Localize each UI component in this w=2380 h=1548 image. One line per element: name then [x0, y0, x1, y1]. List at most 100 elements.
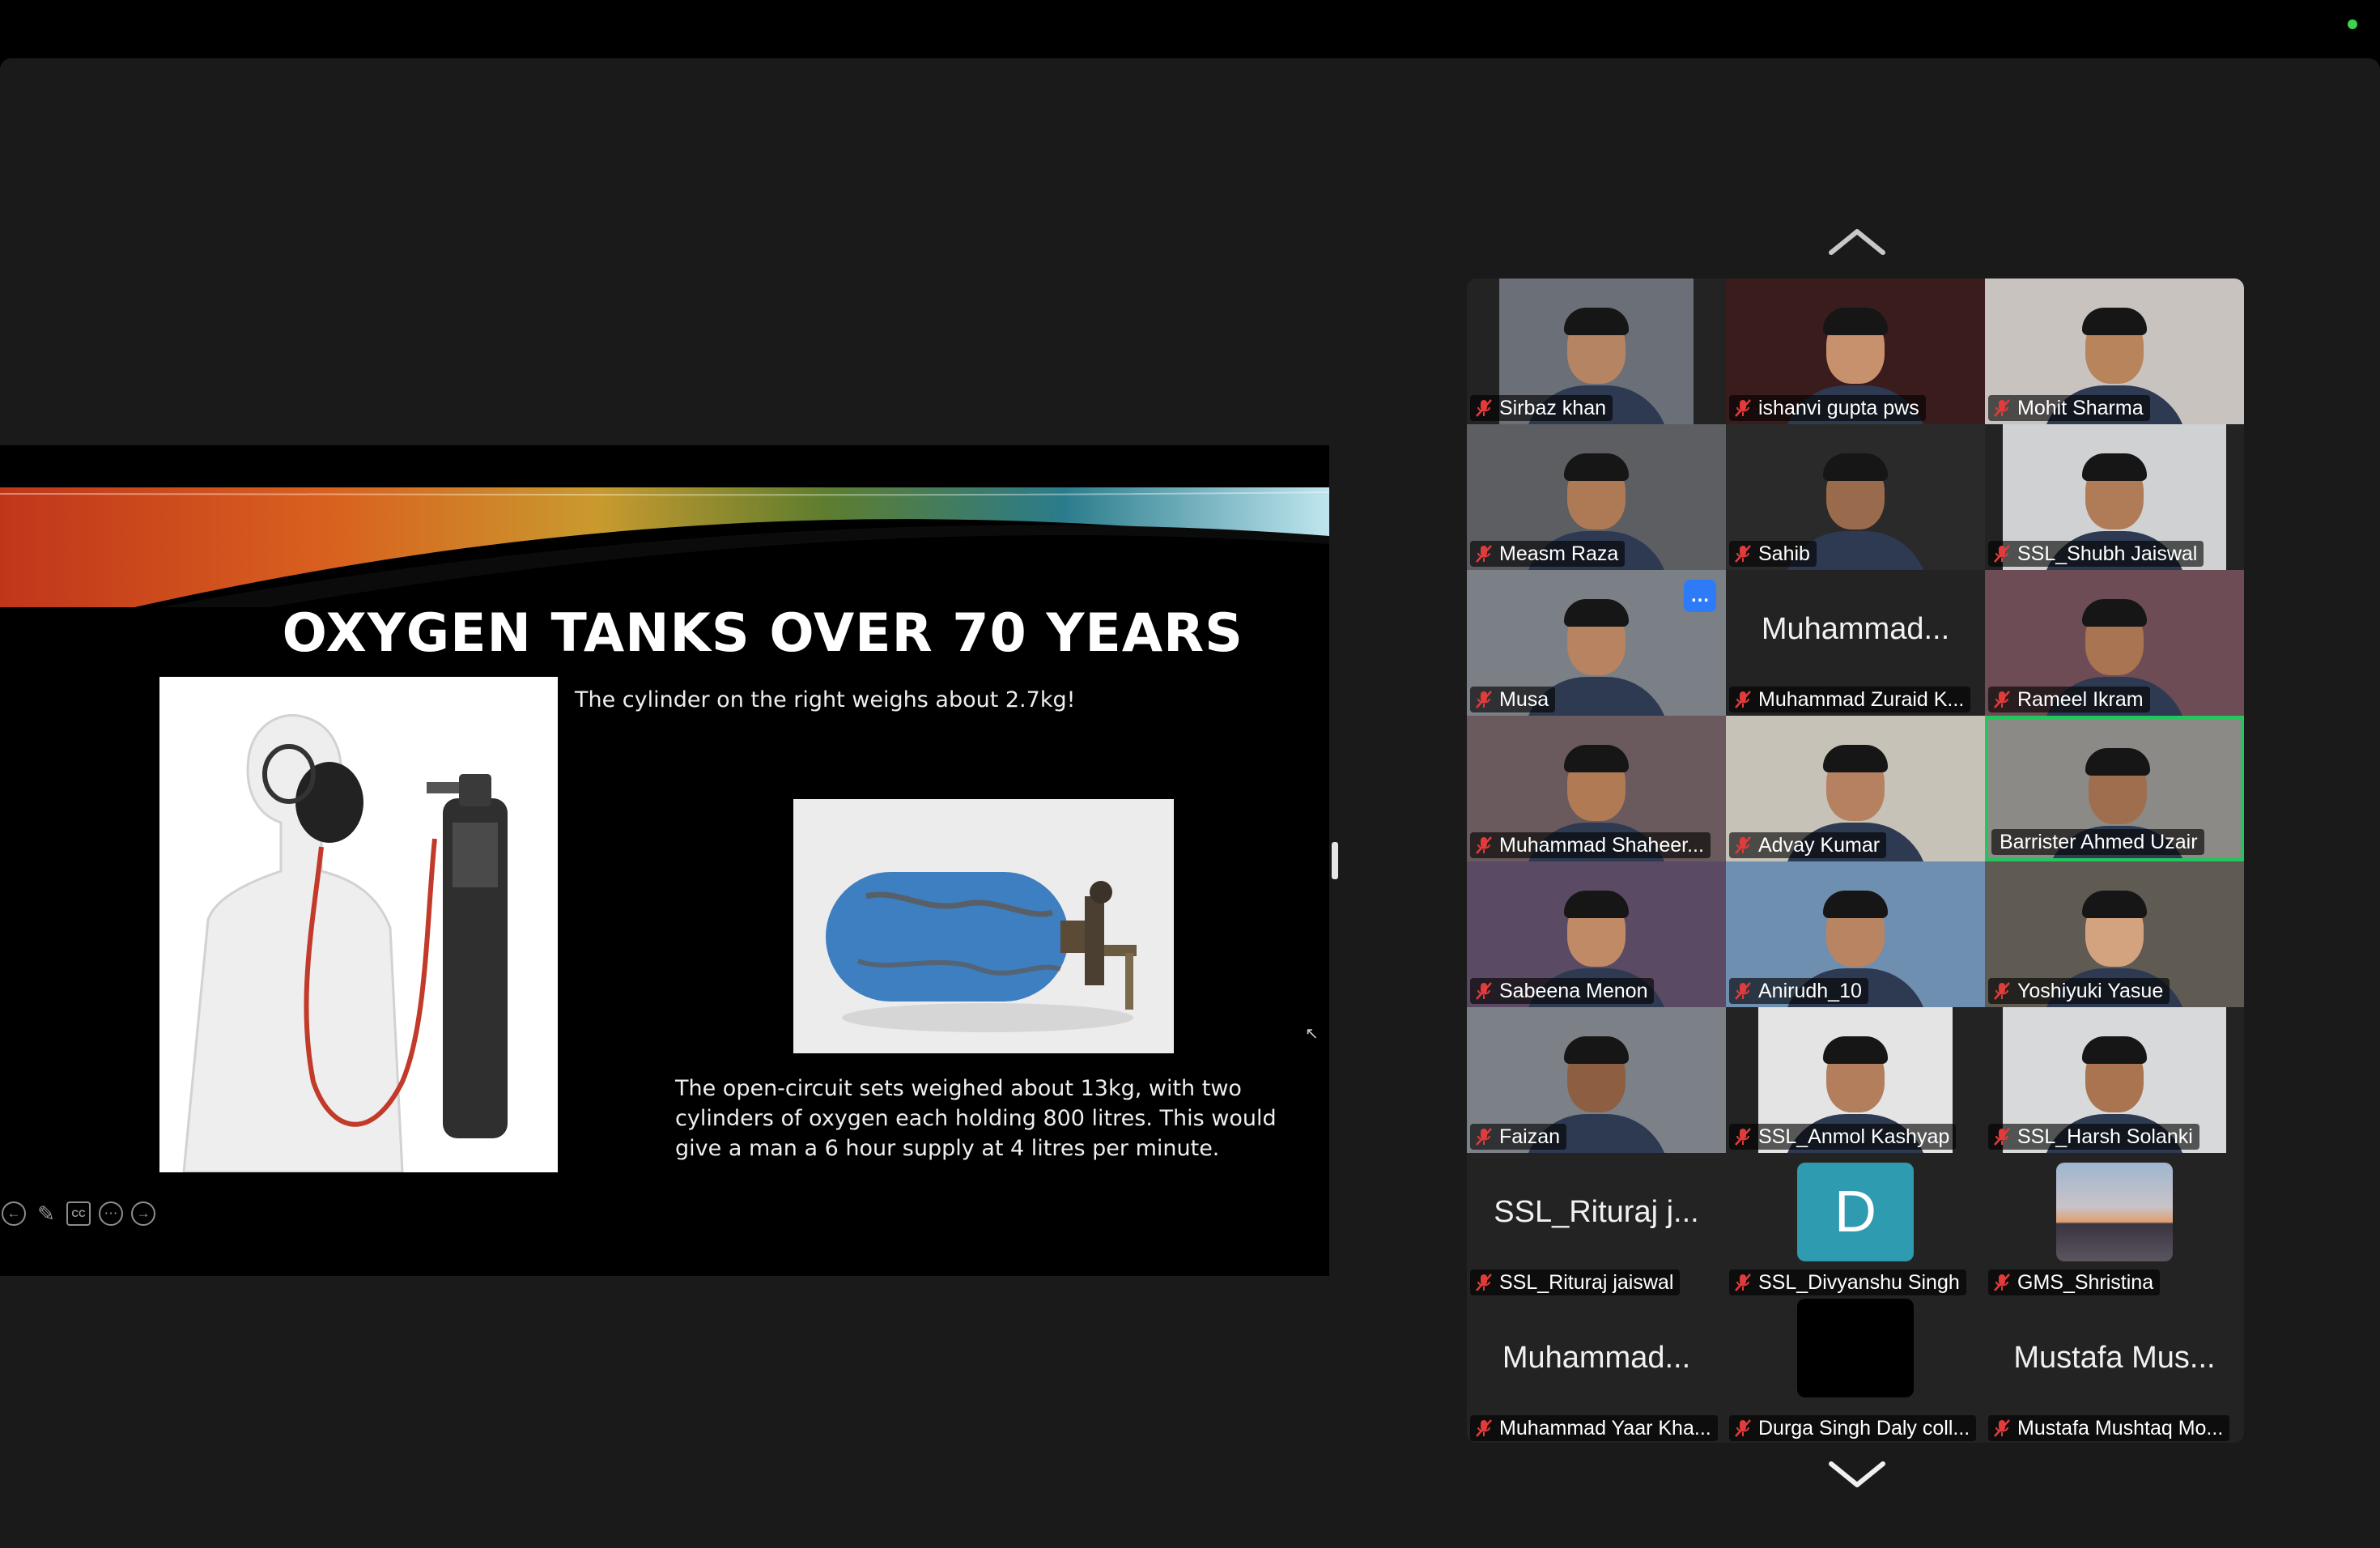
arrow-right-circle-icon[interactable]: →	[131, 1201, 155, 1226]
participant-name-bar: ishanvi gupta pws	[1729, 395, 1926, 421]
participant-tile[interactable]: Yoshiyuki Yasue	[1985, 861, 2244, 1007]
mic-muted-icon	[1994, 691, 2010, 708]
participant-name: Muhammad Yaar Kha...	[1499, 1416, 1711, 1440]
mic-muted-icon	[1735, 399, 1751, 417]
person-hair-shape	[2082, 308, 2147, 335]
mic-muted-icon	[1476, 691, 1492, 708]
participant-name: Sahib	[1758, 542, 1810, 565]
participant-tile[interactable]: Muhammad... Muhammad Zuraid K...	[1726, 570, 1985, 716]
participant-tile[interactable]: SSL_Harsh Solanki	[1985, 1007, 2244, 1153]
participant-tile[interactable]: Measm Raza	[1467, 424, 1726, 570]
participant-display-name: Mustafa Mus...	[2013, 1341, 2216, 1375]
mic-muted-icon	[1994, 1274, 2010, 1291]
participant-tile[interactable]: Faizan	[1467, 1007, 1726, 1153]
chevron-down-icon[interactable]	[1828, 1459, 1886, 1491]
participant-tile[interactable]: Rameel Ikram	[1985, 570, 2244, 716]
person-hair-shape	[2082, 599, 2147, 627]
participant-name: SSL_Anmol Kashyap	[1758, 1125, 1950, 1148]
participant-name-bar: Rameel Ikram	[1988, 687, 2150, 712]
participant-name-bar: Advay Kumar	[1729, 832, 1887, 858]
person-hair-shape	[1564, 453, 1629, 481]
mic-muted-icon	[1476, 399, 1492, 417]
participant-tile[interactable]: Mustafa Mus... Mustafa Mushtaq Mo...	[1985, 1299, 2244, 1443]
mic-muted-icon	[1994, 1419, 2010, 1437]
mic-muted-icon	[1735, 1274, 1751, 1291]
person-hair-shape	[1823, 891, 1888, 918]
participant-tile[interactable]: Barrister Ahmed Uzair	[1985, 716, 2244, 861]
person-hair-shape	[2082, 453, 2147, 481]
slide-controls: ← ✎ CC ⋯ →	[2, 1201, 155, 1226]
participant-name-bar: Faizan	[1470, 1124, 1567, 1150]
participant-name-bar: Musa	[1470, 687, 1556, 712]
mic-muted-icon	[1994, 545, 2010, 563]
participant-name: Anirudh_10	[1758, 979, 1862, 1002]
top-bar	[0, 0, 2380, 58]
participant-tile[interactable]: Muhammad Shaheer...	[1467, 716, 1726, 861]
person-hair-shape	[1564, 745, 1629, 772]
participant-avatar-photo	[2056, 1163, 2173, 1261]
participant-avatar: D	[1797, 1163, 1914, 1261]
participant-name: Mohit Sharma	[2017, 396, 2144, 419]
participant-name: Measm Raza	[1499, 542, 1619, 565]
person-hair-shape	[1823, 745, 1888, 772]
participant-name: Yoshiyuki Yasue	[2017, 979, 2164, 1002]
participant-tile[interactable]: Sirbaz khan	[1467, 279, 1726, 424]
participant-gallery: Sirbaz khan ishanvi gupta pws Mohit Sharma…	[1467, 279, 2244, 1443]
ellipsis-circle-icon[interactable]: ⋯	[99, 1201, 123, 1226]
participant-tile[interactable]: SSL_Shubh Jaiswal	[1985, 424, 2244, 570]
pen-icon[interactable]: ✎	[34, 1201, 58, 1226]
participant-tile[interactable]: Anirudh_10	[1726, 861, 1985, 1007]
participant-name: GMS_Shristina	[2017, 1270, 2154, 1294]
participant-name-bar: Durga Singh Daly coll...	[1729, 1415, 1977, 1441]
participant-name-bar: Mustafa Mushtaq Mo...	[1988, 1415, 2230, 1441]
participant-name-bar: SSL_Shubh Jaiswal	[1988, 541, 2204, 567]
participant-name: SSL_Divyanshu Singh	[1758, 1270, 1960, 1294]
participant-tile[interactable]: GMS_Shristina	[1985, 1153, 2244, 1299]
participant-tile[interactable]: SSL_Rituraj j... SSL_Rituraj jaiswal	[1467, 1153, 1726, 1299]
participant-tile[interactable]: … Musa	[1467, 570, 1726, 716]
mic-muted-icon	[1476, 1419, 1492, 1437]
blue-cylinder-image	[793, 799, 1174, 1053]
status-dot-icon	[2348, 19, 2357, 29]
participant-name: Barrister Ahmed Uzair	[2000, 830, 2198, 853]
participant-name: Advay Kumar	[1758, 833, 1881, 857]
participant-name-bar: Muhammad Shaheer...	[1470, 832, 1711, 858]
participant-tile[interactable]: Mohit Sharma	[1985, 279, 2244, 424]
participant-name-bar: SSL_Rituraj jaiswal	[1470, 1269, 1681, 1295]
mic-muted-icon	[1476, 1274, 1492, 1291]
cc-icon[interactable]: CC	[66, 1201, 91, 1226]
participant-name: SSL_Shubh Jaiswal	[2017, 542, 2198, 565]
participant-name: Muhammad Zuraid K...	[1758, 687, 1965, 711]
tile-more-options-button[interactable]: …	[1684, 580, 1716, 612]
participant-tile[interactable]: ishanvi gupta pws	[1726, 279, 1985, 424]
person-hair-shape	[1564, 599, 1629, 627]
participant-name: Faizan	[1499, 1125, 1561, 1148]
participant-tile[interactable]: SSL_Anmol Kashyap	[1726, 1007, 1985, 1153]
person-hair-shape	[1823, 1036, 1888, 1064]
chevron-up-icon[interactable]	[1828, 225, 1886, 257]
participant-tile[interactable]: Sabeena Menon	[1467, 861, 1726, 1007]
participant-name-bar: SSL_Anmol Kashyap	[1729, 1124, 1957, 1150]
participant-name-bar: Sabeena Menon	[1470, 978, 1655, 1004]
participant-tile[interactable]: Advay Kumar	[1726, 716, 1985, 861]
mic-muted-icon	[1994, 982, 2010, 1000]
panel-splitter-handle[interactable]	[1332, 842, 1338, 879]
mic-muted-icon	[1735, 691, 1751, 708]
participant-tile[interactable]: Durga Singh Daly coll...	[1726, 1299, 1985, 1443]
arrow-left-circle-icon[interactable]: ←	[2, 1201, 26, 1226]
person-hair-shape	[1564, 891, 1629, 918]
participant-name-bar: Muhammad Yaar Kha...	[1470, 1415, 1718, 1441]
participant-tile[interactable]: D SSL_Divyanshu Singh	[1726, 1153, 1985, 1299]
participant-name: SSL_Harsh Solanki	[2017, 1125, 2193, 1148]
participant-name: Sirbaz khan	[1499, 396, 1607, 419]
participant-tile[interactable]: Muhammad... Muhammad Yaar Kha...	[1467, 1299, 1726, 1443]
person-hair-shape	[2085, 748, 2150, 776]
participant-display-name: Muhammad...	[1761, 612, 1950, 646]
mic-muted-icon	[1735, 1128, 1751, 1146]
participant-display-name: Muhammad...	[1502, 1341, 1691, 1375]
participant-name: Durga Singh Daly coll...	[1758, 1416, 1970, 1440]
participant-tile[interactable]: Sahib	[1726, 424, 1985, 570]
mouse-cursor-icon: ↖	[1305, 1025, 1319, 1043]
participant-name: Mustafa Mushtaq Mo...	[2017, 1416, 2224, 1440]
participant-name-bar: Muhammad Zuraid K...	[1729, 687, 1971, 712]
